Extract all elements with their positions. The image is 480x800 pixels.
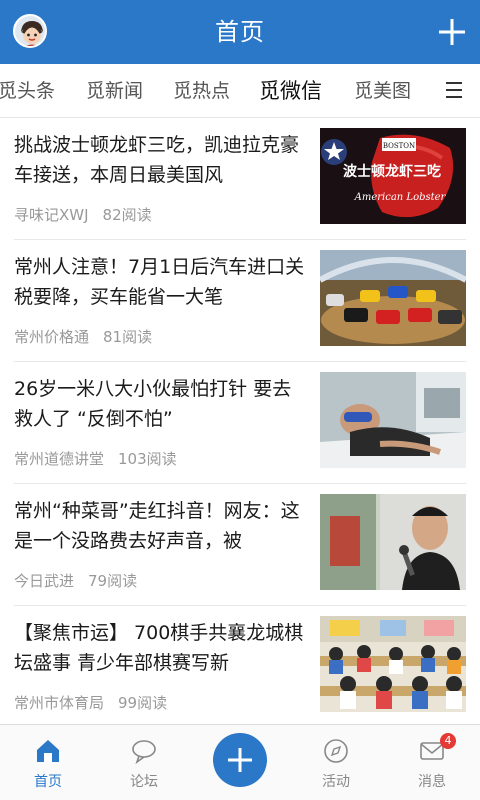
news-item[interactable]: 挑战波士顿龙虾三吃，凯迪拉克豪车接送，本周日最美国风 寻味记XWJ 82阅读 BO… [14,118,466,240]
bottom-nav: 首页 论坛 活动 4 消息 [0,724,480,800]
tab-headline[interactable]: 觅头条 [0,64,55,118]
post-button[interactable] [213,733,267,787]
news-thumbnail [320,372,466,468]
tab-hot[interactable]: 觅热点 [173,64,230,118]
thumb-title-text: 波士顿龙虾三吃 [343,163,441,180]
category-tabs: 觅头条 觅新闻 觅热点 觅微信 觅美图 [0,64,480,118]
news-thumbnail [320,616,466,712]
page-title: 首页 [215,18,265,46]
compass-icon [324,739,348,763]
nav-label: 消息 [418,774,446,790]
news-item[interactable]: 【聚焦市运】 700棋手共襄龙城棋坛盛事 青少年部棋赛写新 常州市体育局 99阅读 [14,606,466,724]
news-item[interactable]: 常州“种菜哥”走红抖音！网友：这是一个没路费去好声音，被 今日武进 79阅读 [14,484,466,606]
news-item[interactable]: 常州人注意！7月1日后汽车进口关税要降，买车能省一大笔 常州价格通 81阅读 [14,240,466,362]
news-title: 【聚焦市运】 700棋手共襄龙城棋坛盛事 青少年部棋赛写新 [14,622,304,674]
menu-icon[interactable] [446,82,462,100]
thumb-script-text: American Lobster [354,192,447,203]
tab-news[interactable]: 觅新闻 [86,64,143,118]
news-meta: 今日武进 79阅读 [14,570,137,591]
news-thumbnail: BOSTON 波士顿龙虾三吃 American Lobster [320,128,466,224]
nav-label: 首页 [34,774,62,790]
nav-forum[interactable]: 论坛 [96,725,192,800]
unread-badge: 4 [440,733,456,749]
add-button[interactable] [436,16,468,48]
news-meta: 常州市体育局 99阅读 [14,692,167,713]
news-meta: 寻味记XWJ 82阅读 [14,204,152,225]
tab-wechat[interactable]: 觅微信 [259,64,322,118]
plus-icon [228,748,252,772]
nav-home[interactable]: 首页 [0,725,96,800]
news-reads: 103阅读 [118,450,177,468]
news-item[interactable]: 26岁一米八大小伙最怕打针 要去救人了 “反倒不怕” 常州道德讲堂 103阅读 [14,362,466,484]
nav-label: 论坛 [130,774,158,790]
nav-label: 活动 [322,774,350,790]
thumb-brand-text: BOSTON [383,142,415,150]
news-source: 常州价格通 [14,328,90,346]
tab-photos[interactable]: 觅美图 [354,64,411,118]
news-title: 挑战波士顿龙虾三吃，凯迪拉克豪车接送，本周日最美国风 [14,134,300,186]
news-source: 常州道德讲堂 [14,450,105,468]
plus-icon [439,19,465,45]
news-title: 常州“种菜哥”走红抖音！网友：这是一个没路费去好声音，被 [14,500,300,552]
news-source: 寻味记XWJ [14,206,89,224]
news-reads: 79阅读 [88,572,138,590]
news-reads: 82阅读 [102,206,152,224]
news-source: 今日武进 [14,572,75,590]
chat-bubble-icon [132,740,156,765]
nav-events[interactable]: 活动 [288,725,384,800]
news-source: 常州市体育局 [14,694,105,712]
news-list: 挑战波士顿龙虾三吃，凯迪拉克豪车接送，本周日最美国风 寻味记XWJ 82阅读 BO… [0,118,480,724]
home-icon [37,740,59,762]
news-reads: 99阅读 [118,694,168,712]
news-thumbnail [320,250,466,346]
nav-messages[interactable]: 4 消息 [384,725,480,800]
news-meta: 常州道德讲堂 103阅读 [14,448,177,469]
top-bar: 首页 [0,0,480,64]
news-reads: 81阅读 [103,328,153,346]
news-title: 常州人注意！7月1日后汽车进口关税要降，买车能省一大笔 [14,256,305,308]
news-title: 26岁一米八大小伙最怕打针 要去救人了 “反倒不怕” [14,378,292,430]
news-thumbnail [320,494,466,590]
news-meta: 常州价格通 81阅读 [14,326,152,347]
